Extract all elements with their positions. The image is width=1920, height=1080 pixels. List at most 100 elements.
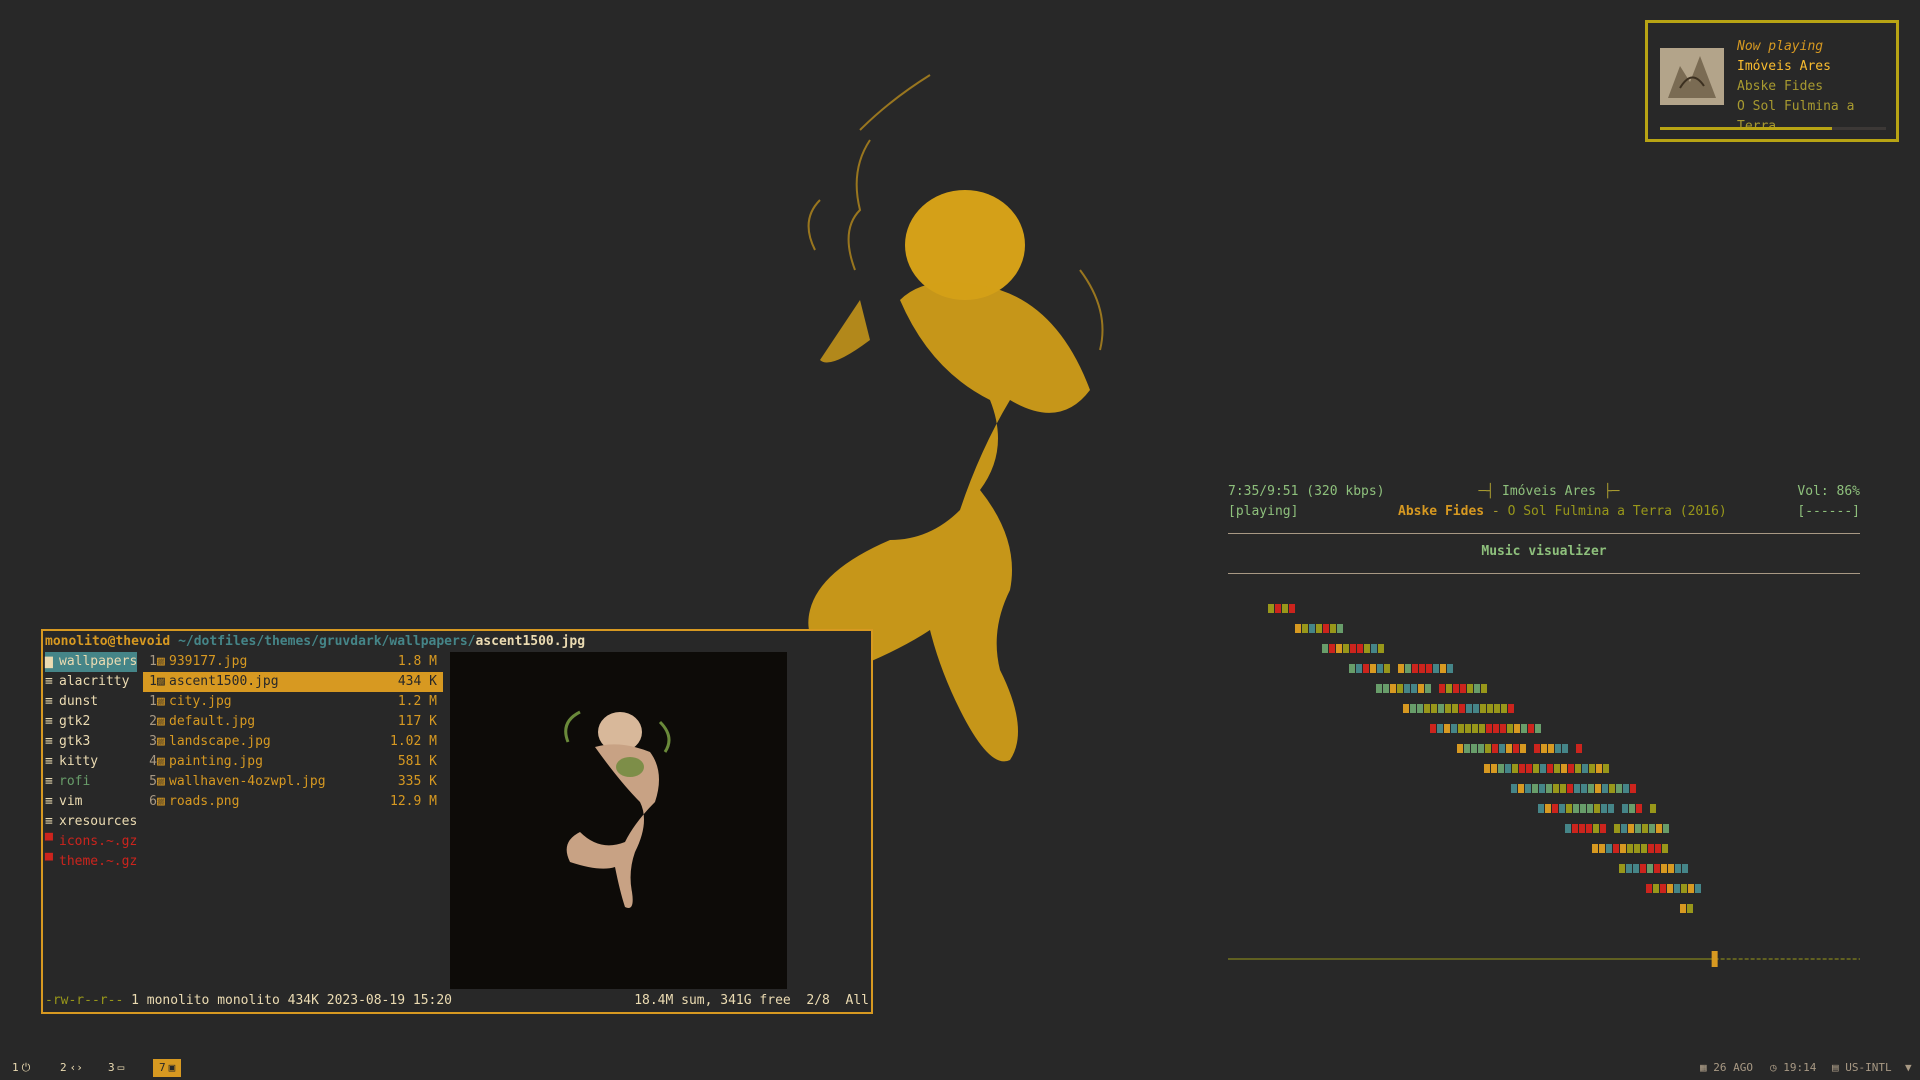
visualizer-block <box>1505 764 1511 773</box>
visualizer-block <box>1654 864 1660 873</box>
track-title: Imóveis Ares <box>1502 484 1596 499</box>
dir-item-label: vim <box>59 794 83 809</box>
file-row[interactable]: 3 ▨ landscape.jpg 1.02 M <box>143 732 443 752</box>
dir-item-dunst[interactable]: ≡ dunst <box>45 692 137 712</box>
seek-bar[interactable] <box>1228 950 1860 968</box>
file-info: 1 monolito monolito 434K 2023-08-19 15:2… <box>123 993 453 1008</box>
file-row[interactable]: 2 ▨ default.jpg 117 K <box>143 712 443 732</box>
visualizer-block <box>1603 764 1609 773</box>
file-size: 434 K <box>397 674 437 689</box>
visualizer-block <box>1629 804 1635 813</box>
visualizer-block <box>1486 724 1492 733</box>
visualizer-block <box>1464 744 1470 753</box>
wifi-icon[interactable]: ▼ <box>1905 1059 1912 1077</box>
archive-icon: ▀ <box>45 834 53 849</box>
visualizer-block <box>1582 764 1588 773</box>
visualizer-block <box>1648 844 1654 853</box>
dir-item-rofi[interactable]: ≡ rofi <box>45 772 137 792</box>
visualizer-block <box>1466 704 1472 713</box>
dir-item-alacritty[interactable]: ≡ alacritty <box>45 672 137 692</box>
visualizer-block <box>1575 764 1581 773</box>
image-file-icon: ▨ <box>157 714 165 729</box>
file-row[interactable]: 1 ▨ ascent1500.jpg 434 K <box>143 672 443 692</box>
visualizer-block <box>1647 864 1653 873</box>
now-playing-popup: Now playing Imóveis Ares Abske Fides O S… <box>1645 20 1899 142</box>
workspace-number: 1 <box>12 1061 19 1074</box>
file-lines-icon: ≡ <box>45 794 53 809</box>
workspace-7[interactable]: 7 ▣ <box>153 1059 182 1077</box>
visualizer-block <box>1491 764 1497 773</box>
dir-item-gtk3[interactable]: ≡ gtk3 <box>45 732 137 752</box>
dir-item-xresources[interactable]: ≡ xresources <box>45 812 137 832</box>
visualizer-block <box>1316 624 1322 633</box>
file-size: 117 K <box>397 714 437 729</box>
workspace-number: 3 <box>108 1061 115 1074</box>
music-player: 7:35/9:51 (320 kbps) [playing] ─┤ Imóvei… <box>1228 482 1860 967</box>
file-count: 2 <box>149 714 157 729</box>
visualizer-block <box>1433 664 1439 673</box>
file-row[interactable]: 5 ▨ wallhaven-4ozwpl.jpg 335 K <box>143 772 443 792</box>
workspace-2[interactable]: 2 ‹› <box>54 1059 89 1077</box>
visualizer-block <box>1606 844 1612 853</box>
visualizer-block <box>1633 864 1639 873</box>
file-count: 4 <box>149 754 157 769</box>
dir-item-label: icons.~.gz <box>59 834 138 849</box>
dir-item-gtk2[interactable]: ≡ gtk2 <box>45 712 137 732</box>
file-name: 939177.jpg <box>169 654 248 669</box>
workspace-1[interactable]: 1 ⏻ <box>6 1059 36 1077</box>
visualizer-block <box>1619 864 1625 873</box>
file-row[interactable]: 4 ▨ painting.jpg 581 K <box>143 752 443 772</box>
image-file-icon: ▨ <box>157 774 165 789</box>
file-row[interactable]: 1 ▨ city.jpg 1.2 M <box>143 692 443 712</box>
workspace-3[interactable]: 3 ▭ <box>102 1059 130 1077</box>
visualizer-block <box>1511 784 1517 793</box>
visualizer-block <box>1458 724 1464 733</box>
visualizer-block <box>1541 744 1547 753</box>
visualizer-block <box>1559 804 1565 813</box>
file-row[interactable]: 1 ▨ 939177.jpg 1.8 M <box>143 652 443 672</box>
visualizer-block <box>1565 824 1571 833</box>
file-count: 5 <box>149 774 157 789</box>
visualizer-block <box>1640 864 1646 873</box>
seek-handle <box>1711 951 1718 967</box>
dir-item-kitty[interactable]: ≡ kitty <box>45 752 137 772</box>
visualizer-block <box>1349 664 1355 673</box>
visualizer-block <box>1521 724 1527 733</box>
visualizer-block <box>1438 704 1444 713</box>
dir-item-vim[interactable]: ≡ vim <box>45 792 137 812</box>
section-title: Music visualizer <box>1481 544 1607 559</box>
visualizer-block <box>1498 764 1504 773</box>
user-host: monolito@thevoid <box>45 634 171 649</box>
file-name: wallhaven-4ozwpl.jpg <box>169 774 326 789</box>
image-preview <box>450 652 787 989</box>
playback-time: 7:35/9:51 (320 kbps) <box>1228 484 1385 499</box>
visualizer-block <box>1520 744 1526 753</box>
dir-item-icons-gz[interactable]: ▀ icons.~.gz <box>45 832 137 852</box>
visualizer-block <box>1667 884 1673 893</box>
terminal-window[interactable]: monolito@thevoid ~/dotfiles/themes/gruvd… <box>41 629 873 1014</box>
visualizer-block <box>1512 764 1518 773</box>
visualizer-block <box>1620 844 1626 853</box>
visualizer-block <box>1451 724 1457 733</box>
visualizer-block <box>1446 684 1452 693</box>
visualizer-block <box>1440 664 1446 673</box>
visualizer-block <box>1586 824 1592 833</box>
workspace-number: 7 <box>159 1061 166 1074</box>
visualizer-block <box>1453 684 1459 693</box>
dir-item-wallpapers[interactable]: ▆ wallpapers <box>45 652 137 672</box>
visualizer-block <box>1588 784 1594 793</box>
visualizer-block <box>1576 744 1582 753</box>
keyboard-layout: US-INTL <box>1845 1061 1892 1074</box>
track-artist: Abske Fides <box>1398 504 1485 519</box>
visualizer-block <box>1528 724 1534 733</box>
visualizer-block <box>1599 844 1605 853</box>
visualizer-block <box>1538 804 1544 813</box>
visualizer-block <box>1518 784 1524 793</box>
date: 26 AGO <box>1713 1061 1753 1074</box>
file-row[interactable]: 6 ▨ roads.png 12.9 M <box>143 792 443 812</box>
dir-item-theme-gz[interactable]: ▀ theme.~.gz <box>45 852 137 872</box>
visualizer-block <box>1430 724 1436 733</box>
file-count: 6 <box>149 794 157 809</box>
visualizer-block <box>1581 784 1587 793</box>
file-lines-icon: ≡ <box>45 674 53 689</box>
